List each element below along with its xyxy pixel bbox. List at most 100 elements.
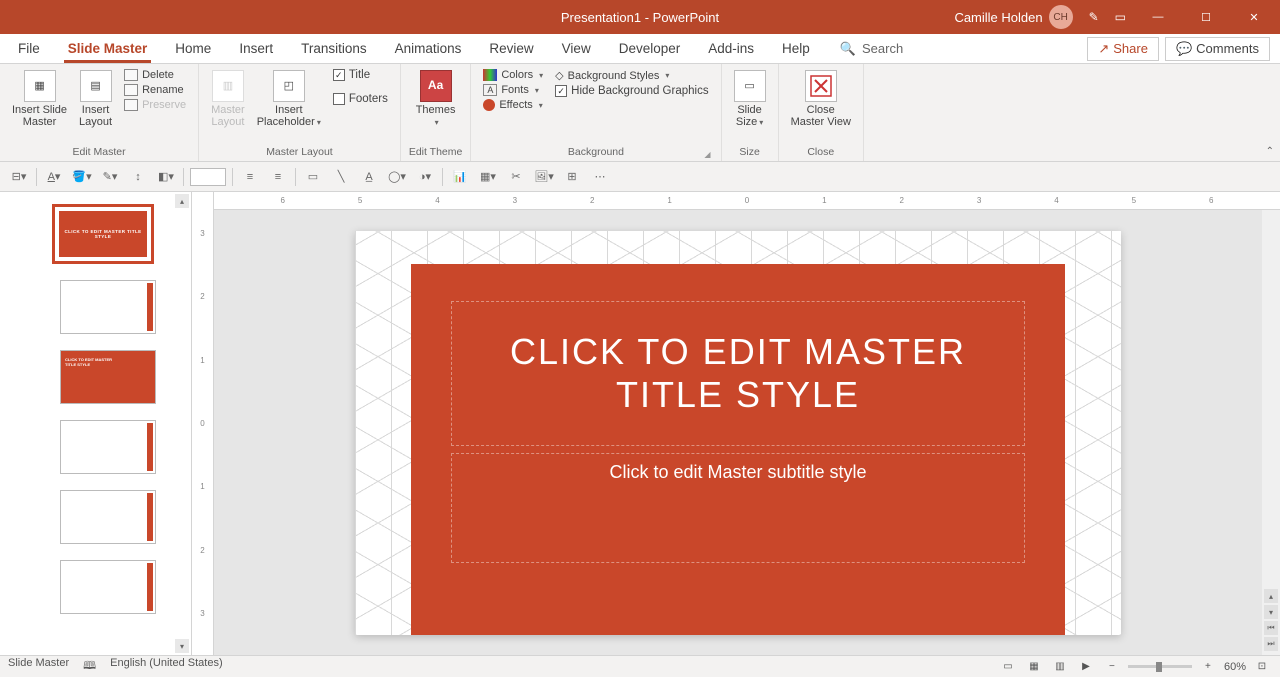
tab-help[interactable]: Help	[768, 35, 824, 62]
prev-slide-icon[interactable]: ⏮	[1264, 621, 1278, 635]
tab-home[interactable]: Home	[161, 35, 225, 62]
master-layout-icon: ▥	[212, 70, 244, 102]
font-color-button[interactable]: A▾	[43, 167, 65, 187]
minimize-button[interactable]: —	[1142, 0, 1174, 34]
slide-size-button[interactable]: ▭ Slide Size▾	[730, 68, 770, 130]
textbox-icon[interactable]: A̲	[358, 167, 380, 187]
tab-addins[interactable]: Add-ins	[694, 35, 768, 62]
themes-icon: Aa	[420, 70, 452, 102]
sort-button[interactable]: ↕	[127, 167, 149, 187]
fonts-button[interactable]: AFonts▾	[479, 83, 547, 97]
arrange-button[interactable]: ◧▾	[155, 167, 177, 187]
slide-master-canvas[interactable]: CLICK TO EDIT MASTER TITLE STYLE Click t…	[355, 231, 1121, 635]
accessibility-icon[interactable]: 🕮	[83, 657, 96, 676]
master-subtitle-placeholder[interactable]: Click to edit Master subtitle style	[451, 453, 1025, 563]
align-button[interactable]: ⊟▾	[8, 167, 30, 187]
themes-button[interactable]: Aa Themes▾	[412, 68, 460, 130]
layout-thumbnail-2[interactable]: CLICK TO EDIT MASTERTITLE STYLE	[60, 350, 156, 404]
slide-size-icon: ▭	[734, 70, 766, 102]
merge-shapes-icon[interactable]: ◑▾	[414, 167, 436, 187]
layout-thumbnail-5[interactable]	[60, 560, 156, 614]
scroll-down-button[interactable]: ▾	[175, 639, 189, 653]
view-mode-label: Slide Master	[8, 657, 69, 676]
user-account[interactable]: Camille Holden CH	[954, 5, 1072, 29]
display-mode-icon[interactable]: ▭	[1115, 10, 1126, 24]
tab-insert[interactable]: Insert	[225, 35, 287, 62]
zoom-level[interactable]: 60%	[1224, 661, 1246, 673]
line-shape-icon[interactable]: ╲	[330, 167, 352, 187]
footers-checkbox[interactable]: Footers	[329, 92, 392, 106]
collapse-ribbon-button[interactable]: ⌃	[1266, 146, 1274, 157]
tab-developer[interactable]: Developer	[605, 35, 695, 62]
comment-icon: 💬	[1176, 41, 1192, 57]
colors-button[interactable]: Colors▾	[479, 68, 547, 82]
outline-color-button[interactable]: ✎▾	[99, 167, 121, 187]
master-thumbnail[interactable]: CLICK TO EDIT MASTER TITLE STYLE	[52, 204, 154, 264]
tab-animations[interactable]: Animations	[381, 35, 476, 62]
close-master-view-button[interactable]: Close Master View	[787, 68, 855, 130]
zoom-out-button[interactable]: −	[1102, 659, 1122, 675]
share-button[interactable]: ↗ Share	[1087, 37, 1159, 61]
scroll-down-icon[interactable]: ▾	[1264, 605, 1278, 619]
normal-view-button[interactable]: ▭	[998, 659, 1018, 675]
comments-button[interactable]: 💬 Comments	[1165, 37, 1270, 61]
title-checkbox[interactable]: ✓Title	[329, 68, 392, 82]
group-background: Colors▾ AFonts▾ Effects▾ ◇Background Sty…	[471, 64, 721, 161]
rectangle-shape-icon[interactable]: ▭	[302, 167, 324, 187]
tab-slide-master[interactable]: Slide Master	[54, 35, 162, 62]
scroll-up-button[interactable]: ▴	[175, 194, 189, 208]
tell-me-search[interactable]: 🔍 Search	[824, 41, 919, 57]
zoom-slider[interactable]	[1128, 665, 1192, 668]
background-styles-button[interactable]: ◇Background Styles▾	[551, 68, 712, 83]
table-icon[interactable]: ▦▾	[477, 167, 499, 187]
reading-view-button[interactable]: ▥	[1050, 659, 1070, 675]
insert-layout-button[interactable]: ▤ Insert Layout	[75, 68, 116, 130]
vertical-scrollbar[interactable]: ▴ ▾ ⏮ ⏭	[1262, 210, 1280, 655]
layout-thumbnail-3[interactable]	[60, 420, 156, 474]
hide-bg-checkbox[interactable]: ✓Hide Background Graphics	[551, 84, 712, 98]
user-name: Camille Holden	[954, 10, 1042, 25]
crop-icon[interactable]: ✂	[505, 167, 527, 187]
ribbon-tabs: File Slide Master Home Insert Transition…	[0, 34, 1280, 64]
title-bar: Presentation1 - PowerPoint Camille Holde…	[0, 0, 1280, 34]
tab-view[interactable]: View	[548, 35, 605, 62]
insert-slide-master-button[interactable]: ▦ Insert Slide Master	[8, 68, 71, 130]
vertical-ruler: 3 2 1 0 1 2 3	[192, 192, 214, 655]
color-swatch[interactable]	[190, 168, 226, 186]
zoom-in-button[interactable]: +	[1198, 659, 1218, 675]
picture-icon[interactable]: 🖼▾	[533, 167, 555, 187]
tab-review[interactable]: Review	[475, 35, 547, 62]
master-title-placeholder[interactable]: CLICK TO EDIT MASTER TITLE STYLE	[451, 301, 1025, 446]
dialog-launcher-icon[interactable]: ◢	[704, 150, 710, 159]
maximize-button[interactable]: ☐	[1190, 0, 1222, 34]
zoom-slider-thumb[interactable]	[1156, 662, 1162, 672]
slide-canvas-area[interactable]: CLICK TO EDIT MASTER TITLE STYLE Click t…	[214, 210, 1262, 655]
effects-button[interactable]: Effects▾	[479, 98, 547, 112]
scroll-up-icon[interactable]: ▴	[1264, 589, 1278, 603]
next-slide-icon[interactable]: ⏭	[1264, 637, 1278, 651]
shapes-button[interactable]: ◯▾	[386, 167, 408, 187]
language-label[interactable]: English (United States)	[110, 657, 223, 676]
tab-file[interactable]: File	[4, 35, 54, 62]
workspace: ▴ CLICK TO EDIT MASTER TITLE STYLE CLICK…	[0, 192, 1280, 655]
insert-placeholder-button[interactable]: ◰ Insert Placeholder▾	[253, 68, 325, 130]
close-window-button[interactable]: ✕	[1238, 0, 1270, 34]
pen-icon[interactable]: ✎	[1089, 10, 1099, 24]
chart-icon[interactable]: 📊	[449, 167, 471, 187]
fit-to-window-button[interactable]: ⊡	[1252, 659, 1272, 675]
selection-pane-icon[interactable]: ⊞	[561, 167, 583, 187]
align-left-icon[interactable]: ≡	[239, 167, 261, 187]
more-commands-icon[interactable]: ⋯	[589, 167, 611, 187]
slide-sorter-button[interactable]: ▦	[1024, 659, 1044, 675]
layout-thumbnail-1[interactable]	[60, 280, 156, 334]
slideshow-button[interactable]: ▶	[1076, 659, 1096, 675]
align-right-icon[interactable]: ≡	[267, 167, 289, 187]
tab-transitions[interactable]: Transitions	[287, 35, 381, 62]
preserve-button[interactable]: Preserve	[120, 98, 190, 112]
rename-button[interactable]: Rename	[120, 83, 190, 97]
search-icon: 🔍	[840, 41, 856, 57]
delete-button[interactable]: Delete	[120, 68, 190, 82]
fill-color-button[interactable]: 🪣▾	[71, 167, 93, 187]
layout-thumbnail-4[interactable]	[60, 490, 156, 544]
group-edit-master: ▦ Insert Slide Master ▤ Insert Layout De…	[0, 64, 199, 161]
